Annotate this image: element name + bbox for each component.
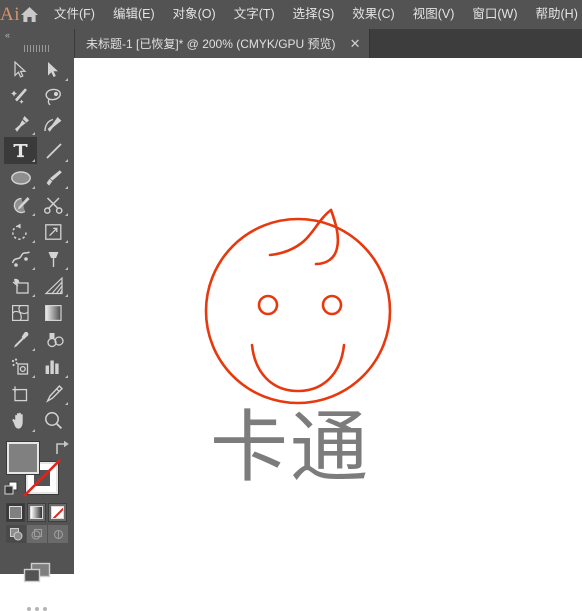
default-fill-stroke-icon[interactable] xyxy=(4,481,19,496)
more-dot xyxy=(43,607,47,611)
tool-flyout-indicator xyxy=(32,213,35,216)
gradient-fill-button[interactable] xyxy=(27,503,46,522)
draw-behind-button[interactable] xyxy=(27,525,47,543)
gradient-tool[interactable] xyxy=(37,299,70,326)
tool-flyout-indicator xyxy=(32,294,35,297)
tool-flyout-indicator xyxy=(65,186,68,189)
menu-bar: Ai 文件(F) 编辑(E) 对象(O) 文字(T) 选择(S) 效果(C) 视… xyxy=(0,0,582,29)
draw-normal-button[interactable] xyxy=(6,525,26,543)
artboard-canvas[interactable]: 卡通 xyxy=(74,58,582,574)
perspective-grid-tool[interactable] xyxy=(37,272,70,299)
tool-flyout-indicator xyxy=(32,159,35,162)
tool-grid xyxy=(4,56,70,434)
draw-inside-button[interactable] xyxy=(48,525,68,543)
more-dot xyxy=(27,607,31,611)
ellipse-tool[interactable] xyxy=(4,164,37,191)
solid-color-swatch xyxy=(9,506,22,519)
tool-flyout-indicator xyxy=(65,375,68,378)
menu-item-edit[interactable]: 编辑(E) xyxy=(104,0,164,29)
fill-stroke-controls xyxy=(4,440,70,498)
pen-tool[interactable] xyxy=(4,110,37,137)
screen-mode-button[interactable] xyxy=(0,561,74,585)
document-tab[interactable]: 未标题-1 [已恢复]* @ 200% (CMYK/GPU 预览) ✕ xyxy=(74,29,370,58)
blend-tool[interactable] xyxy=(37,326,70,353)
gradient-swatch xyxy=(30,506,43,519)
symbol-sprayer-tool[interactable] xyxy=(4,353,37,380)
hand-tool[interactable] xyxy=(4,407,37,434)
color-fill-button[interactable] xyxy=(6,503,25,522)
zoom-tool[interactable] xyxy=(37,407,70,434)
tool-flyout-indicator xyxy=(65,213,68,216)
selection-tool[interactable] xyxy=(4,56,37,83)
type-tool[interactable] xyxy=(4,137,37,164)
menu-item-select[interactable]: 选择(S) xyxy=(284,0,344,29)
line-segment-tool[interactable] xyxy=(37,137,70,164)
tools-panel: « xyxy=(0,29,75,574)
document-tab-strip: 未标题-1 [已恢复]* @ 200% (CMYK/GPU 预览) ✕ xyxy=(74,29,582,59)
cartoon-text[interactable]: 卡通 xyxy=(210,409,370,487)
close-icon[interactable]: ✕ xyxy=(350,37,361,50)
panel-drag-handle[interactable] xyxy=(0,42,74,55)
scale-tool[interactable] xyxy=(37,218,70,245)
tool-flyout-indicator xyxy=(32,375,35,378)
mesh-tool[interactable] xyxy=(4,299,37,326)
tool-flyout-indicator xyxy=(65,78,68,81)
tool-flyout-indicator xyxy=(65,159,68,162)
menu-item-view[interactable]: 视图(V) xyxy=(404,0,464,29)
menu-item-object[interactable]: 对象(O) xyxy=(164,0,225,29)
tool-flyout-indicator xyxy=(65,267,68,270)
artboard-tool[interactable] xyxy=(4,380,37,407)
collapse-panel-button[interactable]: « xyxy=(0,29,74,42)
magic-wand-tool[interactable] xyxy=(4,83,37,110)
more-dot xyxy=(35,607,39,611)
menu-item-file[interactable]: 文件(F) xyxy=(45,0,104,29)
lasso-tool[interactable] xyxy=(37,83,70,110)
edit-toolbar-button[interactable] xyxy=(0,607,74,611)
tool-flyout-indicator xyxy=(65,240,68,243)
direct-selection-tool[interactable] xyxy=(37,56,70,83)
free-transform-tool[interactable] xyxy=(37,245,70,272)
cartoon-baby-face-artwork[interactable] xyxy=(74,58,582,458)
none-swatch xyxy=(51,506,64,519)
tool-flyout-indicator xyxy=(32,186,35,189)
menu-item-help[interactable]: 帮助(H) xyxy=(527,0,582,29)
rotate-tool[interactable] xyxy=(4,218,37,245)
menu-item-effect[interactable]: 效果(C) xyxy=(343,0,403,29)
tool-flyout-indicator xyxy=(65,294,68,297)
document-tab-title: 未标题-1 [已恢复]* @ 200% (CMYK/GPU 预览) xyxy=(86,35,336,52)
scissors-tool[interactable] xyxy=(37,191,70,218)
swap-fill-stroke-icon[interactable] xyxy=(53,440,70,455)
tool-flyout-indicator xyxy=(32,348,35,351)
eyedropper-tool[interactable] xyxy=(4,326,37,353)
tool-flyout-indicator xyxy=(32,132,35,135)
shape-builder-tool[interactable] xyxy=(4,272,37,299)
curvature-tool[interactable] xyxy=(37,110,70,137)
fill-mode-row xyxy=(6,503,68,522)
slice-tool[interactable] xyxy=(37,380,70,407)
illustrator-window: Ai 文件(F) 编辑(E) 对象(O) 文字(T) 选择(S) 效果(C) 视… xyxy=(0,0,582,574)
tool-flyout-indicator xyxy=(65,402,68,405)
app-logo: Ai xyxy=(0,0,20,29)
tool-flyout-indicator xyxy=(32,267,35,270)
none-fill-button[interactable] xyxy=(48,503,67,522)
draw-mode-row xyxy=(6,525,68,543)
paintbrush-tool[interactable] xyxy=(37,164,70,191)
column-graph-tool[interactable] xyxy=(37,353,70,380)
tool-flyout-indicator xyxy=(32,240,35,243)
menu-item-list: 文件(F) 编辑(E) 对象(O) 文字(T) 选择(S) 效果(C) 视图(V… xyxy=(45,0,582,29)
width-tool[interactable] xyxy=(4,245,37,272)
home-icon[interactable] xyxy=(20,0,39,29)
shaper-tool[interactable] xyxy=(4,191,37,218)
fill-swatch[interactable] xyxy=(7,442,39,474)
menu-item-type[interactable]: 文字(T) xyxy=(225,0,284,29)
tool-flyout-indicator xyxy=(32,429,35,432)
menu-item-window[interactable]: 窗口(W) xyxy=(463,0,526,29)
